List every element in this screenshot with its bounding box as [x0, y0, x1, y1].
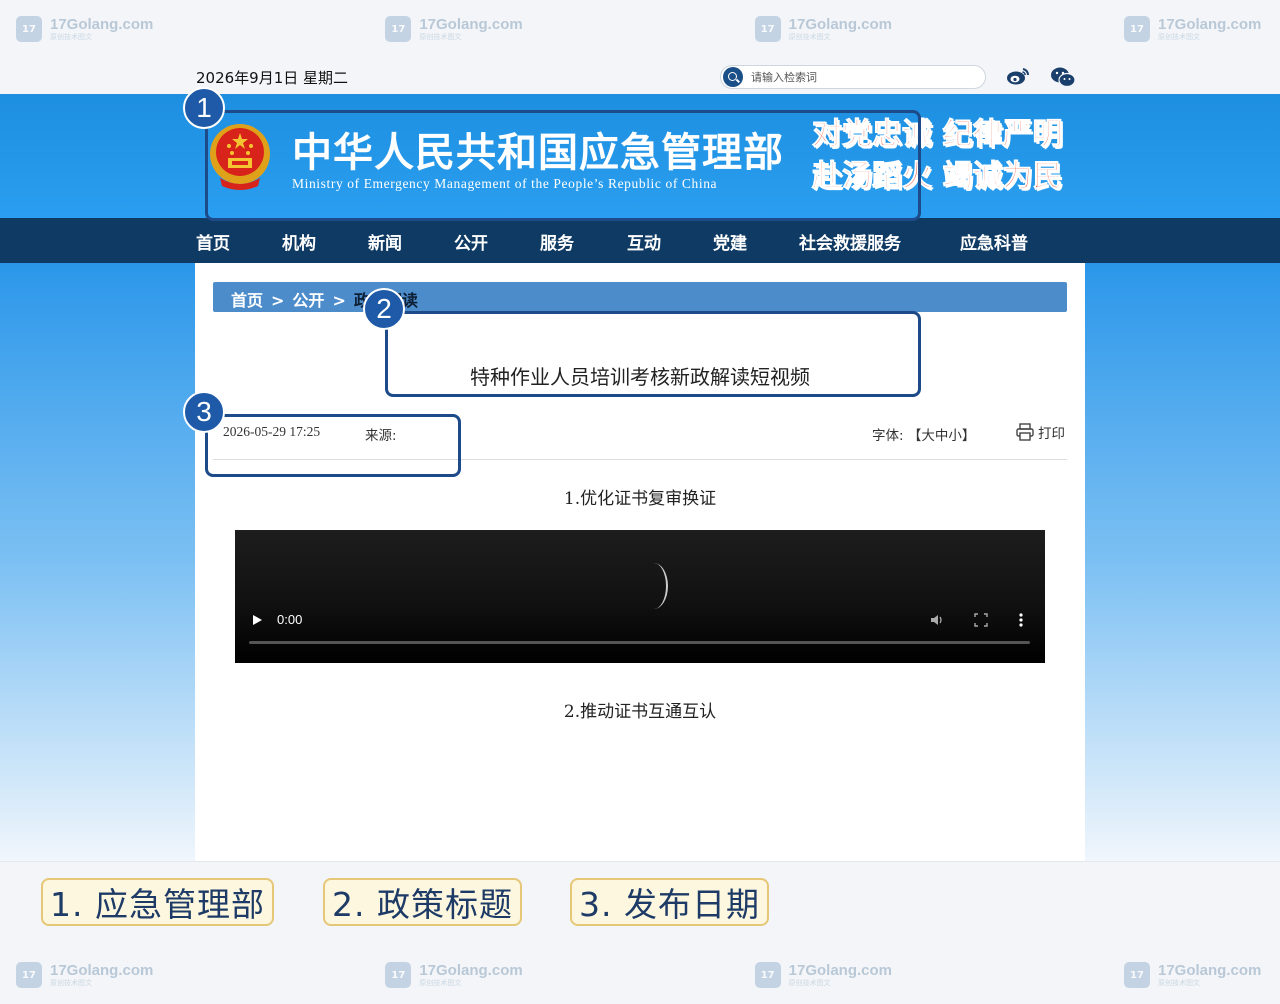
watermark-name: 17Golang.com: [1157, 962, 1262, 979]
watermark: 17 17Golang.com 原创技术图文: [385, 962, 525, 988]
watermark-name: 17Golang.com: [1157, 16, 1262, 33]
breadcrumb-home[interactable]: 首页: [231, 291, 263, 310]
watermark-name: 17Golang.com: [788, 16, 893, 33]
nav-item-open[interactable]: 公开: [454, 229, 488, 254]
annotation-box-3: [205, 414, 461, 477]
watermark: 17 17Golang.com 原创技术图文: [385, 16, 525, 42]
watermark-logo-icon: 17: [754, 962, 781, 988]
video-player[interactable]: 0:00: [235, 530, 1045, 663]
watermark: 17 17Golang.com 原创技术图文: [1123, 16, 1264, 42]
main-nav: 首页 机构 新闻 公开 服务 互动 党建 社会救援服务 应急科普: [0, 218, 1280, 263]
section-heading: 2.推动证书互通互认: [563, 702, 717, 722]
more-options-icon[interactable]: [1018, 612, 1024, 628]
search-input[interactable]: [751, 68, 971, 86]
top-info-bar: 2026年9月1日 星期二: [0, 58, 1280, 94]
print-button[interactable]: 打印: [1015, 422, 1065, 442]
watermark: 17 17Golang.com 原创技术图文: [1123, 962, 1264, 988]
watermark-name: 17Golang.com: [50, 962, 154, 979]
nav-item-home[interactable]: 首页: [196, 229, 230, 254]
nav-item-party[interactable]: 党建: [713, 229, 747, 254]
annotation-box-1: [205, 110, 921, 221]
watermark-logo-icon: 17: [385, 16, 412, 42]
font-size-control: 字体: 【大中小】: [872, 424, 975, 444]
weibo-icon[interactable]: [1006, 66, 1030, 86]
watermark-logo-icon: 17: [1123, 16, 1150, 42]
loading-spinner-icon: [640, 563, 668, 609]
watermark-sub: 原创技术图文: [419, 33, 462, 41]
watermark-sub: 原创技术图文: [1157, 979, 1200, 987]
font-size-label: 字体:: [872, 428, 904, 444]
watermark-name: 17Golang.com: [50, 16, 154, 33]
watermark-name: 17Golang.com: [419, 16, 523, 33]
search-box[interactable]: [720, 65, 986, 89]
watermark-logo-icon: 17: [385, 962, 412, 988]
print-label: 打印: [1038, 426, 1065, 442]
watermark-logo-icon: 17: [16, 962, 42, 988]
watermark-sub: 原创技术图文: [788, 33, 831, 41]
search-icon[interactable]: [723, 67, 743, 87]
watermark-row-top: 17 17Golang.com 原创技术图文 17 17Golang.com 原创技术图…: [0, 0, 1280, 58]
watermark-name: 17Golang.com: [419, 962, 523, 979]
watermark-logo-icon: 17: [16, 16, 42, 42]
annotation-marker-1: 1: [183, 87, 225, 129]
nav-item-services[interactable]: 服务: [540, 229, 574, 254]
watermark-name: 17Golang.com: [788, 962, 893, 979]
video-time: 0:00: [277, 612, 303, 627]
breadcrumb-separator: >: [271, 291, 285, 310]
legend-item: 3. 发布日期: [570, 878, 769, 926]
watermark-sub: 原创技术图文: [419, 979, 462, 987]
breadcrumb-open[interactable]: 公开: [292, 291, 324, 310]
nav-item-news[interactable]: 新闻: [368, 229, 402, 254]
printer-icon: [1016, 423, 1034, 441]
watermark: 17 17Golang.com 原创技术图文: [754, 962, 895, 988]
current-date: 2026年9月1日 星期二: [196, 69, 349, 87]
watermark-row-bottom: 17 17Golang.com 原创技术图文 17 17Golang.com 原创技术图…: [0, 946, 1280, 1004]
volume-icon[interactable]: [929, 612, 945, 628]
nav-item-rescue[interactable]: 社会救援服务: [799, 229, 901, 254]
watermark-logo-icon: 17: [1123, 962, 1150, 988]
watermark-sub: 原创技术图文: [50, 33, 92, 41]
play-icon[interactable]: [253, 615, 262, 625]
watermark-logo-icon: 17: [754, 16, 781, 42]
nav-item-science[interactable]: 应急科普: [960, 229, 1028, 254]
annotation-box-2: [385, 311, 921, 397]
breadcrumb-separator: >: [332, 291, 346, 310]
nav-item-institutions[interactable]: 机构: [282, 229, 316, 254]
fullscreen-icon[interactable]: [974, 613, 988, 627]
breadcrumb: 首页>公开>政策解读: [213, 282, 1067, 312]
wechat-icon[interactable]: [1050, 66, 1076, 88]
watermark: 17 17Golang.com 原创技术图文: [754, 16, 895, 42]
legend-item: 1. 应急管理部: [41, 878, 274, 926]
video-progress-bar[interactable]: [249, 641, 1030, 644]
font-size-options[interactable]: 【大中小】: [908, 428, 976, 444]
watermark: 17 17Golang.com 原创技术图文: [16, 962, 156, 988]
nav-item-interaction[interactable]: 互动: [627, 229, 661, 254]
annotation-marker-3: 3: [183, 391, 225, 433]
section-heading: 1.优化证书复审换证: [563, 489, 717, 509]
watermark: 17 17Golang.com 原创技术图文: [16, 16, 156, 42]
legend-item: 2. 政策标题: [323, 878, 522, 926]
annotation-marker-2: 2: [363, 288, 405, 330]
watermark-sub: 原创技术图文: [50, 979, 92, 987]
watermark-sub: 原创技术图文: [788, 979, 831, 987]
watermark-sub: 原创技术图文: [1157, 33, 1200, 41]
